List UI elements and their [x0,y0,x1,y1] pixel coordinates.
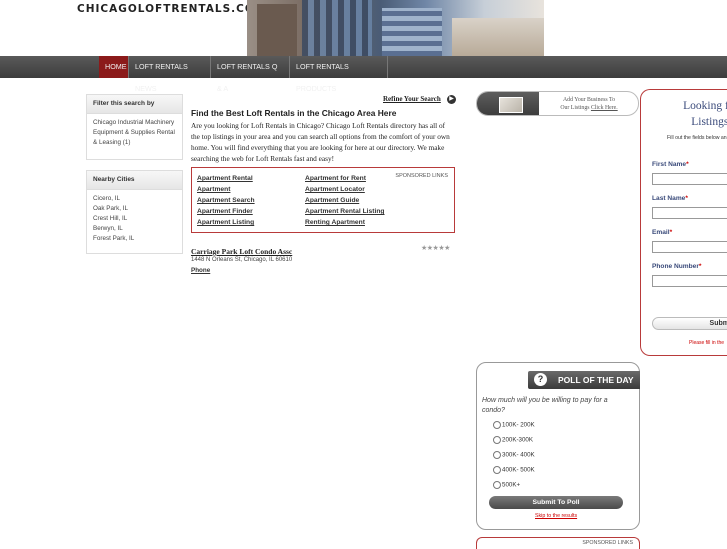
rating-stars-icon: ★★★★★ [421,245,450,252]
form-subtitle: Fill out the fields below and profession… [667,135,727,141]
submit-button[interactable]: Subm [652,317,727,330]
add-business-banner[interactable]: Add Your Business To Our Listings Click … [476,91,639,116]
page-title: Find the Best Loft Rentals in the Chicag… [191,108,397,118]
nav-home[interactable]: HOME [99,56,129,78]
poll-title: POLL OF THE DAY [558,375,634,385]
form-title: Looking for A Listings In [683,100,727,128]
sponsored-links-box: SPONSORED LINKS Apartment Rental Apartme… [191,167,455,233]
sponsored-link[interactable]: Apartment Rental Listing [305,208,385,215]
city-item[interactable]: Cicero, IL [93,194,176,204]
nearby-cities-box: Nearby Cities Cicero, IL Oak Park, IL Cr… [86,170,183,254]
listing-image-icon [477,92,539,115]
phone-number-field[interactable] [652,275,727,287]
listing-phone-link[interactable]: Phone [191,267,210,274]
city-item[interactable]: Oak Park, IL [93,204,176,214]
main-nav: HOME LOFT RENTALS NEWS LOFT RENTALS Q & … [0,56,727,93]
poll-option[interactable]: 100K- 200K [493,421,535,429]
sponsored-link[interactable]: Apartment for Rent [305,175,366,182]
sponsored-links-label: SPONSORED LINKS [395,173,448,179]
sponsored-link[interactable]: Apartment Rental [197,175,253,182]
city-item[interactable]: Crest Hill, IL [93,214,176,224]
first-name-field[interactable] [652,173,727,185]
sponsored-link[interactable]: Apartment Listing [197,219,254,226]
last-name-label: Last Name* [652,195,688,202]
email-label: Email* [652,229,673,236]
poll-option[interactable]: 200K-300K [493,436,533,444]
sponsored-link[interactable]: Apartment Finder [197,208,253,215]
sponsored-link[interactable]: Renting Apartment [305,219,365,226]
sponsored-link[interactable]: Apartment Search [197,197,255,204]
radio-icon[interactable] [493,436,501,444]
filter-box: Filter this search by Chicago Industrial… [86,94,183,160]
nearby-cities-heading: Nearby Cities [87,171,182,190]
add-business-text: Add Your Business To [563,97,615,103]
first-name-label: First Name* [652,161,689,168]
click-here-link[interactable]: Click Here. [591,105,618,111]
city-item[interactable]: Berwyn, IL [93,224,176,234]
lead-form-panel: Looking for A Listings In Fill out the f… [640,89,727,356]
sponsored-link[interactable]: Apartment Locator [305,186,365,193]
sponsored-links-box-2: SPONSORED LINKS [476,537,640,549]
site-logo[interactable]: CHICAGOLOFTRENTALS.COM [77,3,266,15]
city-item[interactable]: Forest Park, IL [93,234,176,244]
header-banner-image [247,0,544,56]
phone-number-label: Phone Number* [652,263,702,270]
radio-icon[interactable] [493,481,501,489]
radio-icon[interactable] [493,451,501,459]
listing-title[interactable]: Carriage Park Loft Condo Assc [191,247,292,256]
filter-heading: Filter this search by [87,95,182,114]
sponsored-link[interactable]: Apartment Guide [305,197,359,204]
submit-poll-button[interactable]: Submit To Poll [489,496,623,509]
poll-widget: ? POLL OF THE DAY How much will you be w… [476,362,640,530]
poll-option[interactable]: 300K- 400K [493,451,535,459]
nav-loft-rentals-news[interactable]: LOFT RENTALS NEWS [129,56,211,93]
email-field[interactable] [652,241,727,253]
poll-header: ? POLL OF THE DAY [528,371,640,389]
intro-text: Are you looking for Loft Rentals in Chic… [191,121,450,163]
sponsored-links-label-2: SPONSORED LINKS [582,540,633,546]
poll-option[interactable]: 500K+ [493,481,520,489]
form-note: Please fill in the [689,340,725,346]
poll-option[interactable]: 400K- 500K [493,466,535,474]
question-icon: ? [534,373,547,386]
radio-icon[interactable] [493,421,501,429]
sponsored-link[interactable]: Apartment [197,186,230,193]
add-business-text-2: Our Listings [560,105,590,111]
last-name-field[interactable] [652,207,727,219]
nav-loft-rentals-qa[interactable]: LOFT RENTALS Q & A [211,56,290,93]
listing-address: 1448 N Orleans St, Chicago, IL 60610 [191,257,293,263]
skip-to-results-link[interactable]: Skip to the results [535,513,577,519]
refine-search-link[interactable]: Refine Your Search [383,95,441,103]
filter-item[interactable]: Chicago Industrial Machinery Equipment &… [93,118,176,148]
nav-loft-rentals-products[interactable]: LOFT RENTALS PRODUCTS [290,56,388,93]
radio-icon[interactable] [493,466,501,474]
poll-question: How much will you be willing to pay for … [482,397,608,414]
arrow-right-icon[interactable]: ▶ [447,95,456,104]
